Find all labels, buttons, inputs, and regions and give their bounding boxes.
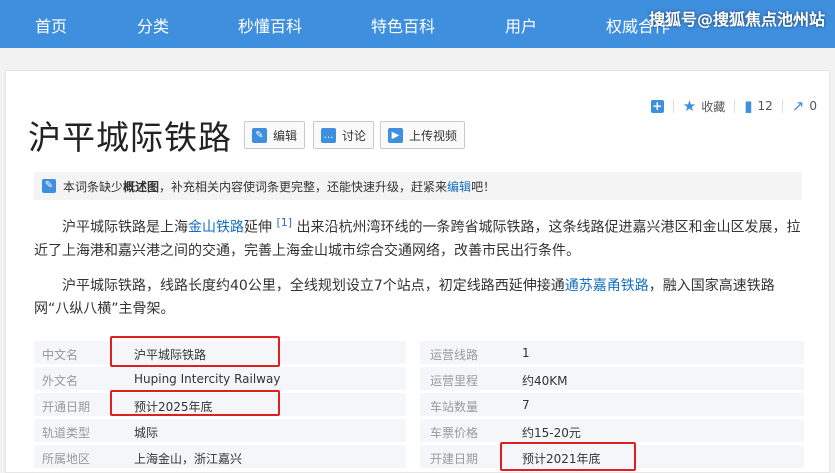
page-title: 沪平城际铁路 — [28, 118, 232, 157]
highlight-box — [110, 336, 280, 367]
infobox-value: 上海金山，浙江嘉兴 — [134, 452, 243, 466]
notice-text-mid: ，补充相关内容使词条更完整，还能快速升级，赶紧来 — [159, 179, 448, 194]
infobox-value: Huping Intercity Railway — [134, 372, 281, 386]
upload-label: 上传视频 — [409, 128, 458, 143]
infobox-value: 约15-20元 — [522, 426, 581, 440]
edit-button[interactable]: ✎ 编辑 — [244, 121, 306, 149]
discuss-label: 讨论 — [342, 128, 367, 143]
add-button[interactable]: + — [650, 98, 664, 113]
nav-item-user[interactable]: 用户 — [505, 13, 537, 37]
jinshan-railway-link[interactable]: 金山铁路 — [188, 220, 244, 236]
like-button[interactable]: ▮ 12 — [744, 97, 773, 115]
infobox-key: 中文名 — [42, 348, 79, 362]
infobox-key: 运营线路 — [430, 348, 479, 362]
reference-1-link[interactable]: [1] — [276, 216, 292, 229]
nav-item-home[interactable]: 首页 — [35, 13, 67, 37]
notice-text-pre: 本词条缺少 — [63, 179, 124, 194]
pencil-icon: ✎ — [252, 127, 267, 143]
thumbs-up-icon: ▮ — [744, 97, 753, 115]
infobox-key: 所属地区 — [42, 452, 91, 466]
star-icon: ★ — [682, 97, 697, 115]
plus-icon: + — [650, 98, 664, 113]
nav-item-category[interactable]: 分类 — [137, 13, 169, 37]
summary-paragraph-2: 沪平城际铁路，线路长度约40公里，全线规划设立7个站点，初定线路西延伸接通通苏嘉… — [34, 275, 804, 321]
para1-text-a: 沪平城际铁路是上海 — [62, 219, 188, 236]
comment-icon: … — [321, 127, 336, 143]
infobox-key: 开通日期 — [42, 400, 91, 414]
nav-item-special-baike[interactable]: 特色百科 — [371, 13, 435, 37]
divider — [672, 99, 674, 113]
infobox-value: 1 — [522, 346, 530, 360]
tongsu-jiayong-railway-link[interactable]: 通苏嘉甬铁路 — [565, 278, 649, 294]
nav-item-second-baike[interactable]: 秒懂百科 — [238, 13, 302, 37]
infobox-key: 外文名 — [42, 374, 79, 388]
pencil-icon: ✎ — [42, 179, 56, 193]
upload-icon: ▶ — [388, 127, 403, 143]
collect-label: 收藏 — [701, 99, 726, 114]
upload-video-button[interactable]: ▶ 上传视频 — [380, 121, 466, 149]
missing-image-notice: ✎ 本词条缺少 概述图 ，补充相关内容使词条更完整，还能快速升级，赶紧来 编辑 吧！ — [34, 172, 802, 200]
infobox-row: 外文名 Huping Intercity Railway 运营里程 约40KM — [34, 367, 804, 391]
article-card: + ★ 收藏 ▮ 12 ↗ 0 沪平城际铁路 ✎ 编辑 … 讨论 ▶ 上传视频 ✎ 本词条缺… — [5, 70, 830, 473]
para2-text-a: 沪平城际铁路，线路长度约40公里，全线规划设立7个站点，初定线路西延伸接通 — [62, 278, 565, 294]
share-button[interactable]: ↗ 0 — [792, 97, 817, 115]
infobox-key: 车站数量 — [430, 400, 479, 414]
para1-text-b: 延伸 — [244, 219, 272, 236]
infobox-value: 约40KM — [522, 374, 568, 388]
notice-text-post: 吧！ — [471, 179, 496, 194]
infobox-value: 城际 — [134, 426, 159, 440]
summary-paragraph-1: 沪平城际铁路是上海金山铁路延伸 [1] 出来沿杭州湾环线的一条跨省城际铁路，这条… — [34, 211, 804, 263]
discuss-button[interactable]: … 讨论 — [313, 121, 375, 149]
infobox-value: 7 — [522, 398, 530, 412]
highlight-box — [110, 390, 280, 416]
divider — [734, 99, 736, 113]
infobox-key: 开建日期 — [430, 452, 479, 466]
notice-bold: 概述图 — [123, 179, 160, 194]
like-count: 12 — [757, 99, 773, 113]
watermark-text: 搜狐号@搜狐焦点池州站 — [648, 10, 825, 29]
article-tools: + ★ 收藏 ▮ 12 ↗ 0 — [650, 97, 817, 115]
share-count: 0 — [809, 99, 817, 113]
infobox-row: 所属地区 上海金山，浙江嘉兴 开建日期 预计2021年底 — [34, 445, 804, 469]
notice-edit-link[interactable]: 编辑 — [447, 178, 471, 195]
infobox-key: 运营里程 — [430, 374, 479, 388]
infobox-row: 轨道类型 城际 车票价格 约15-20元 — [34, 419, 804, 443]
highlight-box — [500, 442, 636, 471]
top-navigation-bar: 首页 分类 秒懂百科 特色百科 用户 权威合作 搜狐号@搜狐焦点池州站 — [0, 0, 835, 48]
infobox-key: 轨道类型 — [42, 426, 91, 440]
infobox-key: 车票价格 — [430, 426, 479, 440]
collect-button[interactable]: ★ 收藏 — [683, 97, 725, 115]
share-icon: ↗ — [791, 97, 805, 115]
divider — [781, 99, 783, 113]
edit-label: 编辑 — [273, 128, 298, 143]
